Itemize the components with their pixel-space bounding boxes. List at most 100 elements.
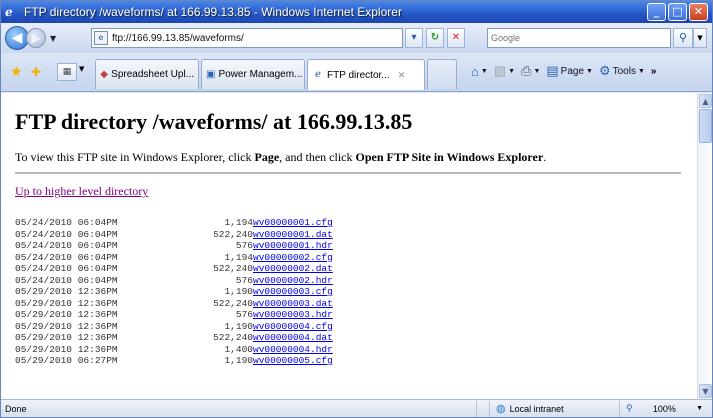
file-row: 05/24/2010 06:04PM 1,194 wv00000002.cfg [15,252,333,264]
print-dropdown-icon: ▼ [533,67,541,75]
tab-page-icon: ℯ [315,69,321,80]
stop-icon[interactable]: ✕ [447,28,465,48]
file-link[interactable]: wv00000003.hdr [253,309,333,320]
scroll-thumb[interactable] [699,109,712,143]
file-date: 05/24/2010 06:04PM [15,228,118,240]
minimize-button[interactable]: _ [647,3,666,21]
instr-end: . [543,150,547,164]
file-row: 05/24/2010 06:04PM 522,240 wv00000002.dat [15,263,333,275]
file-link[interactable]: wv00000001.cfg [253,217,333,228]
window-controls: _ □ ✕ [647,3,708,21]
file-row: 05/29/2010 12:36PM 1,400 wv00000004.hdr [15,344,333,356]
file-name-cell: wv00000001.dat [253,229,333,241]
home-button[interactable]: ⌂ ▼ [471,64,488,79]
file-size: 1,190 [224,355,253,366]
divider [15,172,681,174]
file-size: 576 [235,309,253,320]
file-name-cell: wv00000003.dat [253,298,333,310]
home-icon: ⌂ [471,63,479,79]
zoom-control[interactable]: ⚲ 100% ▼ [619,400,709,417]
file-size: 1,190 [224,286,253,297]
address-tools: ▾ ↻ ✕ [405,28,465,48]
page-menu-button[interactable]: ▤ Page ▼ [546,63,593,79]
file-row: 05/24/2010 06:04PM 1,194 wv00000001.cfg [15,217,333,229]
home-dropdown-icon: ▼ [480,67,488,75]
feeds-button[interactable]: ▧ ▼ [494,63,515,79]
file-link[interactable]: wv00000004.cfg [253,321,333,332]
command-bar: ⌂ ▼ ▧ ▼ ⎙ ▼ ▤ Page ▼ ⚙ Tools ▼ » [471,63,656,79]
tab-power-management[interactable]: ▣ Power Managem... [201,59,305,89]
zoom-level: 100% [652,403,676,414]
more-commands-chevron-icon[interactable]: » [651,66,657,77]
scroll-up-icon[interactable]: ▲ [699,94,712,108]
zoom-dropdown-icon: ▼ [696,405,703,412]
file-link[interactable]: wv00000004.dat [253,332,333,343]
refresh-icon[interactable]: ↻ [426,28,444,48]
file-row: 05/29/2010 12:36PM 576 wv00000003.hdr [15,309,333,321]
tab-label: Power Managem... [218,69,303,80]
search-icon[interactable]: ⚲ [673,28,693,48]
file-size: 1,400 [224,343,253,355]
up-directory-link[interactable]: Up to higher level directory [15,184,697,199]
url-dropdown-button[interactable]: ▾ [405,28,423,48]
file-link[interactable]: wv00000001.dat [253,229,333,240]
file-row: 05/24/2010 06:04PM 576 wv00000002.hdr [15,275,333,287]
tools-menu-button[interactable]: ⚙ Tools ▼ [599,63,645,79]
quick-tabs-icon[interactable]: ▦ [57,63,77,81]
file-link[interactable]: wv00000005.cfg [253,355,333,366]
new-tab-button[interactable] [427,59,457,89]
url-box[interactable]: e [91,28,403,48]
tab-page-icon: ◆ [100,68,108,80]
file-row: 05/29/2010 12:36PM 1,190 wv00000003.cfg [15,286,333,298]
file-name-cell: wv00000001.hdr [253,240,333,252]
close-button[interactable]: ✕ [689,3,708,21]
history-dropdown-icon[interactable]: ▼ [50,34,56,43]
maximize-button[interactable]: □ [668,3,687,21]
file-row: 05/29/2010 06:27PM 1,190 wv00000005.cfg [15,355,333,367]
title-bar[interactable]: ℯ FTP directory /waveforms/ at 166.99.13… [1,1,712,23]
file-link[interactable]: wv00000002.cfg [253,252,333,263]
file-name-cell: wv00000005.cfg [253,355,333,367]
file-name-cell: wv00000004.hdr [253,344,333,356]
file-link[interactable]: wv00000003.dat [253,298,333,309]
file-link[interactable]: wv00000002.dat [253,263,333,274]
file-row: 05/29/2010 12:36PM 1,190 wv00000004.cfg [15,321,333,333]
file-date: 05/24/2010 06:04PM [15,274,118,286]
instr-prefix: To view this FTP site in Windows Explore… [15,150,255,164]
file-name-cell: wv00000004.cfg [253,321,333,333]
url-input[interactable] [112,32,392,44]
print-button[interactable]: ⎙ ▼ [521,63,540,79]
tab-list-dropdown-icon[interactable]: ▼ [79,65,84,73]
search-box[interactable] [487,28,671,48]
file-link[interactable]: wv00000001.hdr [253,240,333,251]
zone-label: Local intranet [509,403,564,414]
intranet-globe-icon: ◍ [496,403,506,415]
tab-ftp-directory[interactable]: ℯ FTP director... ✕ [307,59,425,90]
zoom-icon: ⚲ [626,403,633,413]
page-dropdown-icon: ▼ [586,67,593,75]
file-date: 05/29/2010 12:36PM [15,320,118,332]
scroll-down-icon[interactable]: ▼ [699,384,712,398]
file-name-cell: wv00000004.dat [253,332,333,344]
file-name-cell: wv00000001.cfg [253,217,333,229]
tab-close-icon[interactable]: ✕ [398,70,406,81]
add-favorites-icon[interactable]: ✚ [31,65,41,79]
file-date: 05/29/2010 12:36PM [15,286,118,297]
tab-spreadsheet[interactable]: ◆ Spreadsheet Upl... [95,59,199,89]
favorites-star-icon[interactable]: ★ [10,65,23,79]
file-date: 05/29/2010 12:36PM [15,297,118,309]
tab-label: FTP director... [327,69,390,81]
file-link[interactable]: wv00000002.hdr [253,275,333,286]
file-link[interactable]: wv00000003.cfg [253,286,333,297]
status-bar: Done ◍ Local intranet ⚲ 100% ▼ [1,399,712,417]
file-date: 05/29/2010 06:27PM [15,355,118,366]
tools-dropdown-icon: ▼ [637,67,645,75]
search-input[interactable] [488,29,658,47]
security-zone[interactable]: ◍ Local intranet [489,400,619,417]
tab-page-icon: ▣ [206,68,216,80]
forward-button[interactable]: ▶ [26,28,46,48]
search-options-dropdown-icon[interactable]: ▼ [693,28,707,48]
vertical-scrollbar[interactable]: ▲ ▼ [697,93,712,399]
gear-icon: ⚙ [598,63,611,78]
file-link[interactable]: wv00000004.hdr [253,344,333,355]
